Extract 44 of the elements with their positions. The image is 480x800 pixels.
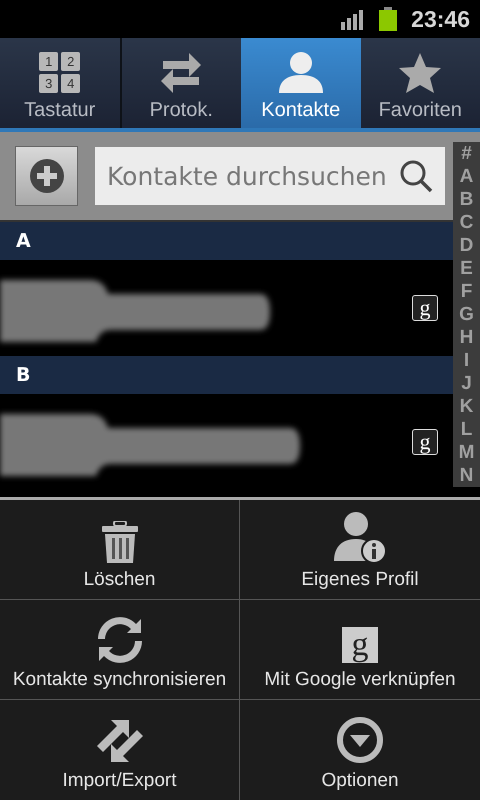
tab[interactable]: 1 2 3 4 Tastatur	[0, 38, 122, 128]
index-letter[interactable]: C	[460, 211, 474, 234]
google-icon: g	[342, 627, 378, 663]
search-icon	[399, 159, 433, 193]
index-letter[interactable]: J	[461, 372, 472, 395]
trash-icon	[102, 521, 138, 563]
index-letter[interactable]: E	[460, 257, 473, 280]
index-letter[interactable]: K	[460, 395, 474, 418]
index-letter[interactable]: I	[464, 349, 470, 372]
tab[interactable]: Protok.	[122, 38, 241, 128]
sync-icon	[96, 617, 142, 663]
add-contact-button[interactable]	[15, 146, 78, 206]
menu-item[interactable]: g Mit Google verknüpfen	[240, 600, 480, 700]
person-icon	[278, 51, 323, 93]
index-letter[interactable]: D	[460, 234, 474, 257]
menu-item[interactable]: Import/Export	[0, 700, 240, 800]
index-letter[interactable]: N	[460, 464, 474, 487]
star-icon	[399, 53, 442, 93]
tab[interactable]: Favoriten	[360, 38, 480, 128]
tab[interactable]: Kontakte	[241, 38, 360, 128]
index-letter[interactable]: L	[460, 418, 472, 441]
index-letter[interactable]: #	[461, 142, 472, 165]
index-letter[interactable]: G	[459, 303, 474, 326]
clock-time: 23:46	[411, 6, 470, 32]
google-badge: g	[412, 295, 438, 321]
index-letter[interactable]: M	[458, 441, 474, 464]
index-letter[interactable]: H	[460, 326, 474, 349]
google-badge: g	[412, 429, 438, 455]
search-field[interactable]: Kontakte durchsuchen	[95, 147, 445, 205]
menu-item[interactable]: Optionen	[240, 700, 480, 800]
menu-item[interactable]: Eigenes Profil	[240, 500, 480, 600]
menu-item[interactable]: Löschen	[0, 500, 240, 600]
index-letter[interactable]: A	[460, 165, 474, 188]
menu-item[interactable]: Kontakte synchronisieren	[0, 600, 240, 700]
dropdown-icon	[336, 716, 384, 764]
signal-icon	[341, 8, 366, 30]
battery-icon	[379, 7, 398, 31]
swap-arrows-icon	[161, 51, 202, 93]
index-letter[interactable]: F	[460, 280, 472, 303]
person-info-icon	[334, 511, 386, 563]
swap-arrows-icon	[94, 718, 144, 764]
plus-icon	[30, 159, 64, 193]
index-letter[interactable]: B	[460, 188, 474, 211]
alphabet-index[interactable]: # A B C D E F G H I J K L M N	[453, 142, 480, 487]
